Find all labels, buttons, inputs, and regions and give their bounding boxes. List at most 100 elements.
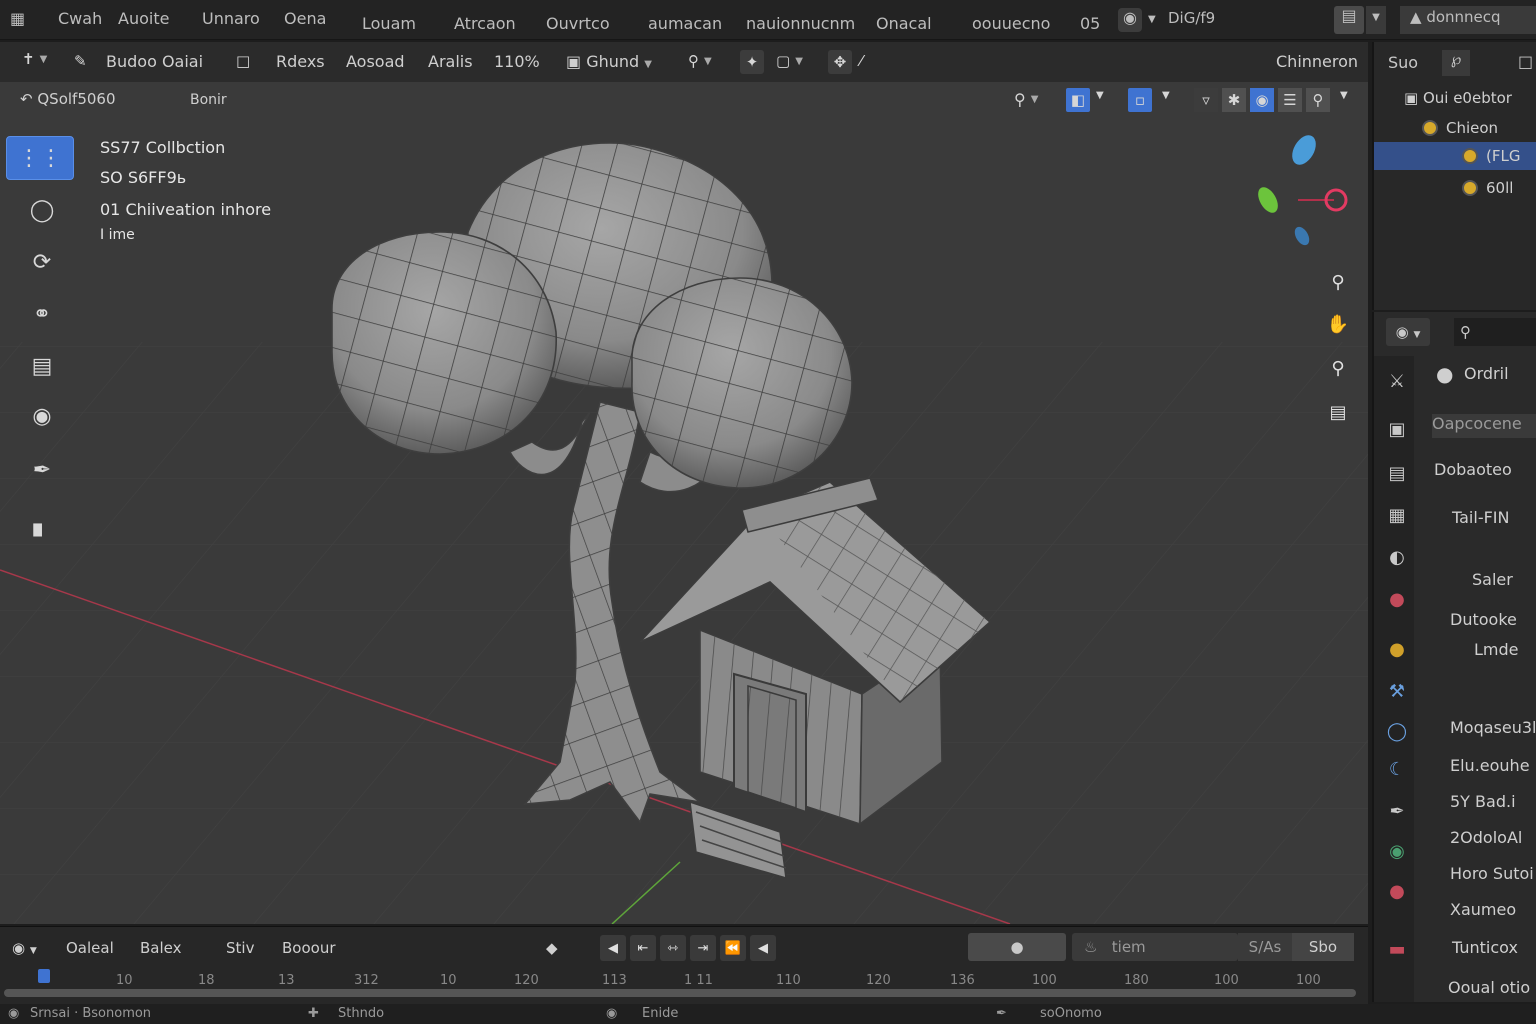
mode-menu[interactable]: Budoo Oaiai [106,52,203,71]
playhead[interactable] [38,969,50,983]
properties-type-icon[interactable]: ◉ ▼ [1386,318,1430,346]
timeline-menu[interactable]: Stiv [226,939,254,957]
measure-tool-icon[interactable]: ▖ [18,502,66,546]
timeline-menu[interactable]: Oaleal [66,939,114,957]
scene-icon[interactable]: ◉ [1118,8,1142,32]
options-menu[interactable]: Chinneron [1276,52,1358,71]
menu-item[interactable]: Ouvrtco [546,14,610,33]
play-reverse-icon[interactable]: ⇿ [660,935,686,961]
gizmo-neg-z-handle[interactable] [1292,224,1312,247]
next-keyframe-icon[interactable]: ⏪ [720,935,746,961]
object-name-field[interactable]: Ordril [1464,364,1509,383]
record-icon[interactable]: ● [968,933,1066,961]
timeline-menu[interactable]: Balex [140,939,182,957]
menu-item[interactable]: Louam [362,14,416,33]
gizmo-z-handle[interactable] [1287,131,1320,169]
search-icon[interactable]: ⚲ [1454,318,1536,346]
chevron-down-icon[interactable]: ▼ [1366,6,1386,34]
keyframe-icon[interactable]: ◆ [546,939,558,957]
particles-tab-icon[interactable]: ◯ [1382,716,1412,746]
camera-icon[interactable]: ⚲ [1322,352,1354,384]
menu-item[interactable]: Onacal [876,14,932,33]
prop-row[interactable]: Horo Sutoi [1450,864,1534,883]
menu-item[interactable]: Atrcaon [454,14,516,33]
menu-item[interactable]: aumacan [648,14,722,33]
material-tab-icon[interactable]: ● [1382,876,1412,906]
prop-row[interactable]: Xaumeo [1450,900,1516,919]
menu-item[interactable]: nauionnucnm [746,14,855,33]
wireframe-shading-icon[interactable]: ▿ [1194,88,1218,112]
rendered-shading-icon[interactable]: ☰ [1278,88,1302,112]
outliner-header[interactable]: Suo [1388,53,1418,72]
data-tab-icon[interactable]: ◉ [1382,836,1412,866]
menu-item[interactable]: Unnaro [202,9,260,28]
prop-row[interactable]: Tunticox [1452,938,1518,957]
prop-row[interactable]: Ooual otio [1448,978,1530,997]
prop-row[interactable]: Lmde [1474,640,1519,659]
chevron-down-icon[interactable]: ▼ [1162,90,1170,101]
prop-row[interactable]: Tail-FIN [1452,508,1509,527]
outliner-item-selected[interactable]: (FLG [1374,142,1536,170]
xray-icon[interactable]: ▫ [1128,88,1152,112]
start-frame-field[interactable]: S/As [1238,933,1292,961]
chevron-down-icon[interactable]: ▼ [1340,90,1348,101]
gizmo-y-handle[interactable] [1254,184,1282,216]
select-box-tool[interactable]: ⋮⋮ [6,136,74,180]
pan-icon[interactable]: ✋ [1322,308,1354,340]
prop-row[interactable]: Dobaoteo [1434,460,1512,479]
outliner-root[interactable]: ▣ Oui e0ebtor [1374,84,1536,112]
view-layer-tab-icon[interactable]: ▦ [1382,500,1412,530]
menu-item[interactable]: oouuecno [972,14,1050,33]
world-tab-icon[interactable]: ● [1382,584,1412,614]
scene-name[interactable]: DiG/f9 [1168,9,1215,27]
editor-type-icon[interactable]: ▦ [10,9,25,28]
properties-section[interactable]: Oapcocene [1432,414,1536,438]
proportional-icon[interactable]: ▢ ▼ [776,52,803,70]
transform-tool-icon[interactable]: ◉ [18,394,66,438]
menu-item[interactable]: Auoite [118,9,169,28]
view-icon[interactable]: □ [236,52,250,70]
jump-start-icon[interactable]: ◀ [600,935,626,961]
scale-tool-icon[interactable]: ▤ [18,344,66,388]
texture-tab-icon[interactable]: ▬ [1382,934,1412,964]
perspective-icon[interactable]: ▤ [1322,396,1354,428]
menu-item[interactable]: 05 [1080,14,1100,33]
timeline-scrollbar[interactable] [4,989,1356,997]
new-collection-icon[interactable]: □ [1518,52,1533,71]
frame-range-field[interactable]: ♨ tiem [1072,933,1238,961]
play-icon[interactable]: ⇥ [690,935,716,961]
options-icon[interactable]: ⁄ [860,52,863,70]
submenu[interactable]: Bonir [190,92,227,108]
object-selector[interactable]: ↶ QSolf5060 [20,90,116,108]
modifier-tab-icon[interactable]: ⚒ [1382,676,1412,706]
prev-keyframe-icon[interactable]: ⇤ [630,935,656,961]
constraints-tab-icon[interactable]: ✒ [1382,796,1412,826]
prop-row[interactable]: 5Y Bad.i [1450,792,1516,811]
gizmo-toggle-icon[interactable]: ⚲ ▼ [1014,90,1038,109]
filter-icon[interactable]: ℘ [1442,50,1470,76]
zoom-icon[interactable]: ⚲ [1322,266,1354,298]
move-tool-icon[interactable]: ⟳ [18,240,66,284]
prop-row[interactable]: Saler [1472,570,1513,589]
solid-shading-icon[interactable]: ✱ [1222,88,1246,112]
menu-item[interactable]: Cwah [58,9,102,28]
snap-icon[interactable]: ⚲ ▼ [688,52,712,70]
falloff-icon[interactable]: ✥ [828,50,852,74]
material-shading-icon[interactable]: ◉ [1250,88,1274,112]
select-menu[interactable]: Aosoad [346,52,405,71]
brush-icon[interactable]: ✎ [74,52,87,70]
timeline-editor-icon[interactable]: ◉ ▼ [12,939,37,957]
layer-icon[interactable]: ▤ [1334,6,1364,34]
tool-tab-icon[interactable]: ⚔ [1382,366,1412,396]
overlays-icon[interactable]: ◧ [1066,88,1090,112]
zoom-level[interactable]: 110% [494,52,540,71]
object-mode-icon[interactable]: ✝ ▼ [22,50,47,68]
shading-options-icon[interactable]: ⚲ [1306,88,1330,112]
end-frame-field[interactable]: Sbo [1292,933,1354,961]
annotate-tool-icon[interactable]: ✒ [18,448,66,492]
3d-viewport[interactable]: SS77 Collbction SO S6FF9ь 01 Chiiveation… [0,82,1368,924]
scene-tab-icon[interactable]: ◐ [1382,542,1412,572]
shading-dropdown[interactable]: ▣ Ghund ▼ [566,52,652,71]
workspace-selector[interactable]: ▲ donnnecq [1400,6,1536,34]
render-tab-icon[interactable]: ▣ [1382,414,1412,444]
